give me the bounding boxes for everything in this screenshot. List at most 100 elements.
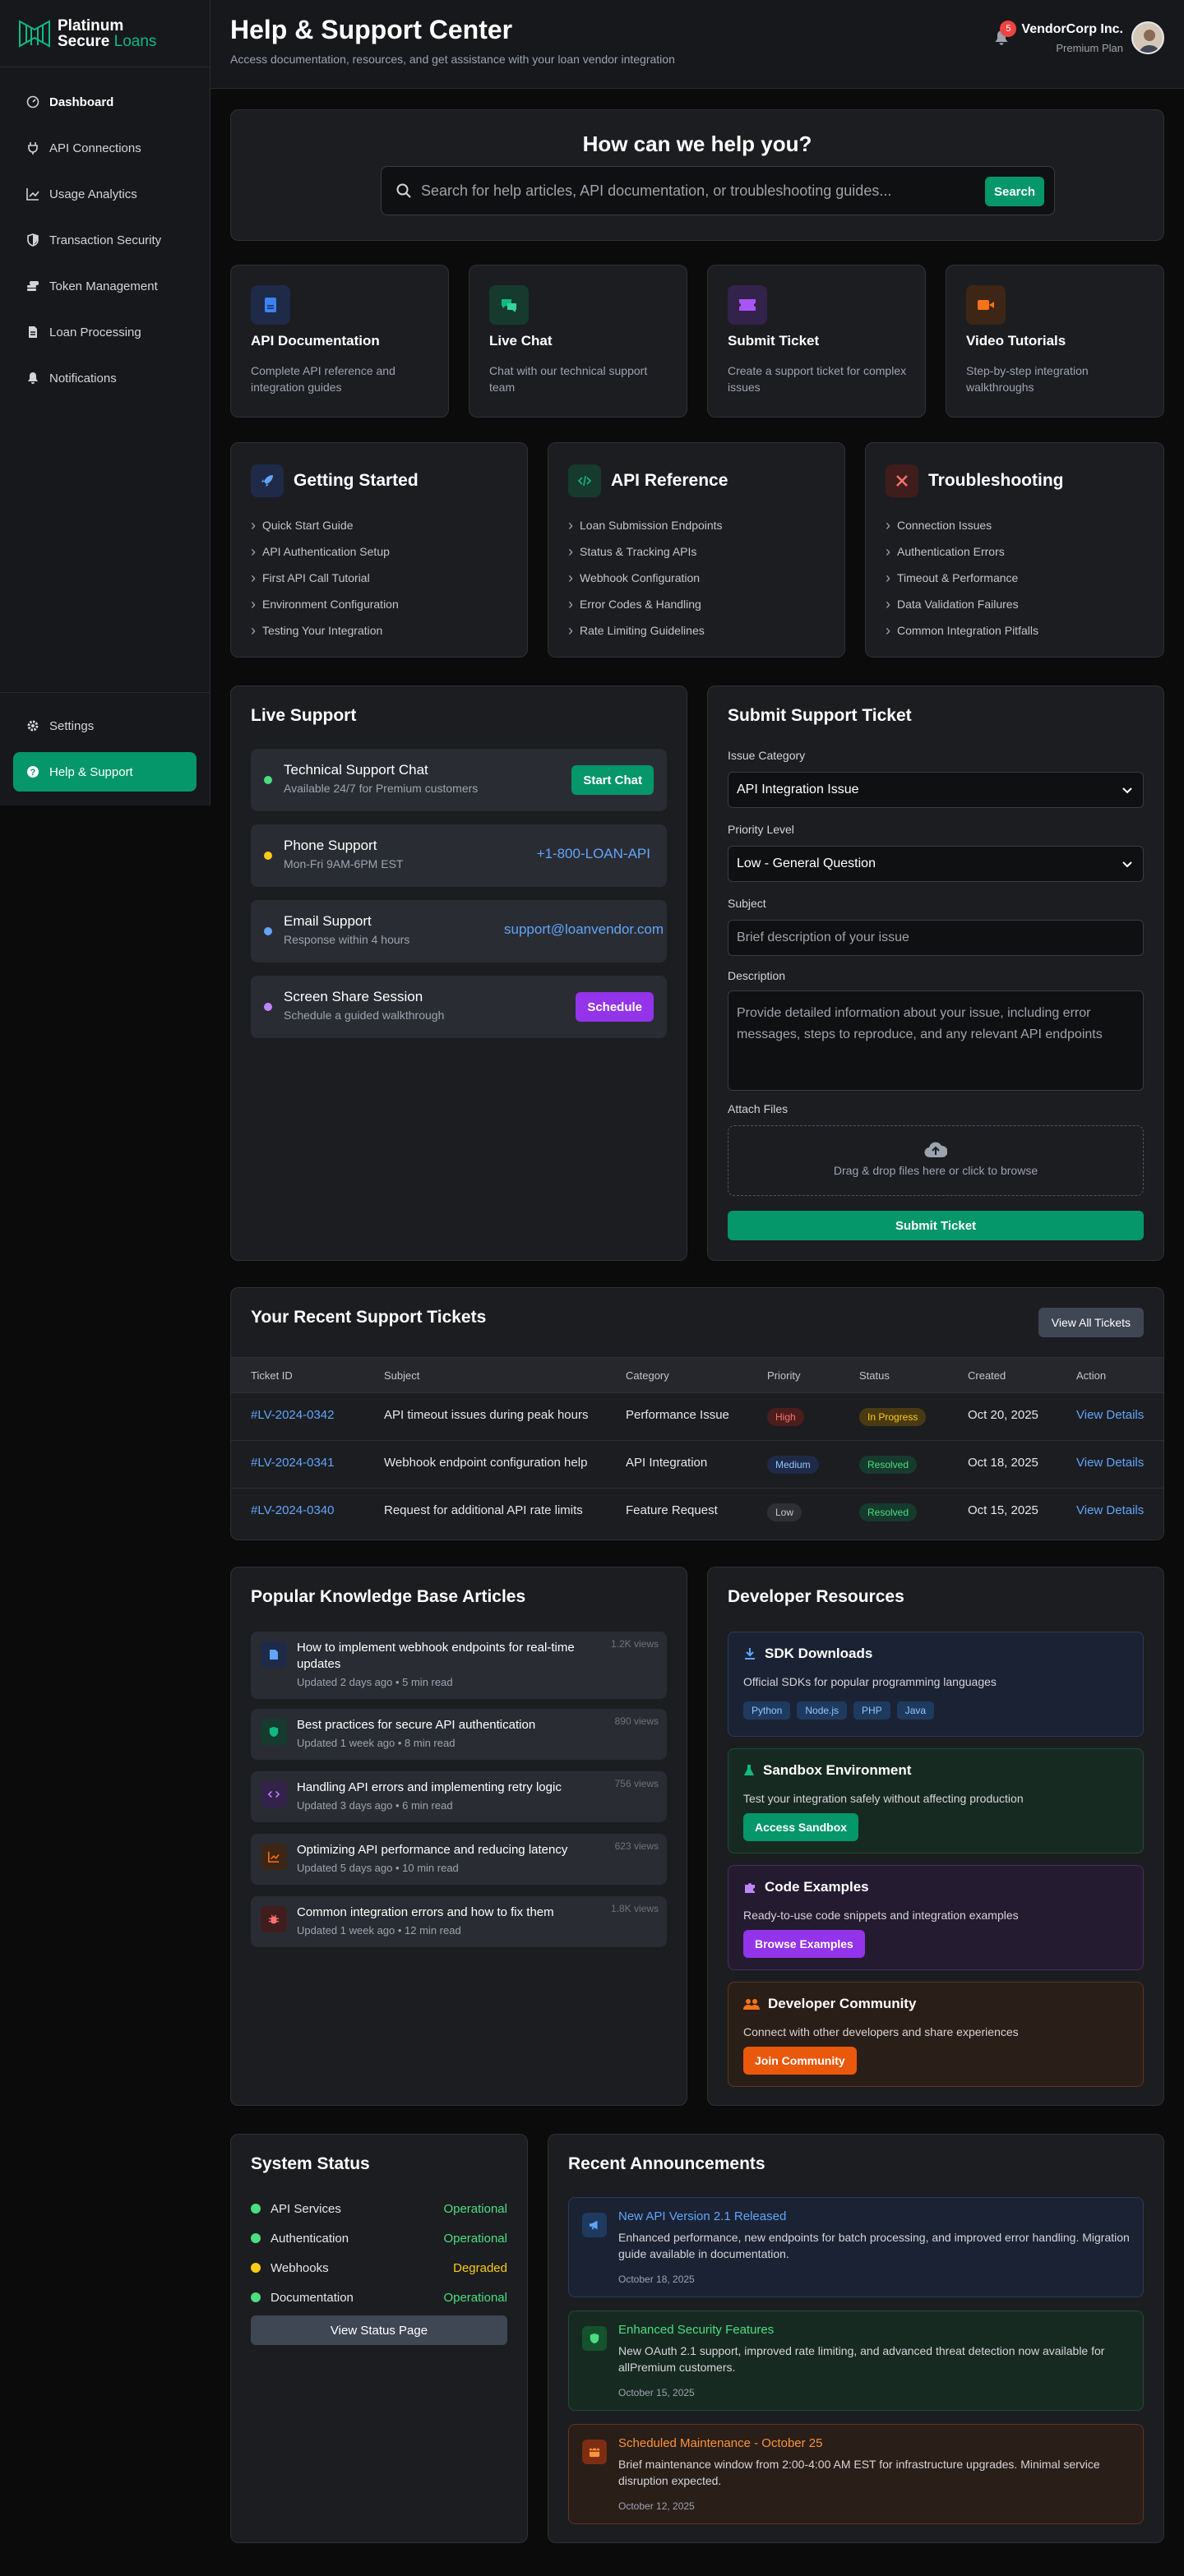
view-details-link[interactable]: View Details: [1076, 1503, 1144, 1517]
access-sandbox-button[interactable]: Access Sandbox: [743, 1813, 859, 1841]
quick-card-video-tutorials[interactable]: Video Tutorials Step-by-step integration…: [946, 265, 1164, 418]
guide-link[interactable]: Testing Your Integration: [251, 617, 399, 644]
quick-card-live-chat[interactable]: Live Chat Chat with our technical suppor…: [469, 265, 687, 418]
search-input[interactable]: [421, 178, 964, 203]
column-header: Status: [859, 1369, 890, 1382]
svg-text:?: ?: [30, 768, 36, 778]
kb-article[interactable]: Common integration errors and how to fix…: [251, 1896, 667, 1947]
ticket-subject: Webhook endpoint configuration help: [384, 1456, 588, 1470]
guide-link[interactable]: Status & Tracking APIs: [568, 538, 723, 565]
sidebar-item-usage-analytics[interactable]: Usage Analytics: [0, 171, 210, 217]
quick-card-title: Submit Ticket: [728, 333, 820, 349]
support-option-sub: Response within 4 hours: [284, 933, 410, 946]
ticket-icon: [728, 285, 767, 325]
start-chat-button[interactable]: Start Chat: [571, 765, 654, 795]
section-title: Your Recent Support Tickets: [251, 1308, 487, 1327]
search-button[interactable]: Search: [985, 177, 1044, 206]
announcement-item[interactable]: New API Version 2.1 Released Enhanced pe…: [568, 2197, 1144, 2297]
guide-link[interactable]: Timeout & Performance: [886, 565, 1038, 591]
user-plan: Premium Plan: [1056, 41, 1123, 54]
sdk-tag-nodejs[interactable]: Node.js: [797, 1701, 848, 1720]
sidebar-item-dashboard[interactable]: Dashboard: [0, 79, 210, 125]
guide-link[interactable]: First API Call Tutorial: [251, 565, 399, 591]
sidebar-item-label: Transaction Security: [49, 233, 162, 247]
file-dropzone[interactable]: Drag & drop files here or click to brows…: [728, 1125, 1144, 1196]
chart-icon: [26, 188, 39, 201]
kb-article-views: 756 views: [614, 1778, 659, 1789]
kb-article-title: Optimizing API performance and reducing …: [297, 1843, 568, 1857]
quick-card-api-documentation[interactable]: API Documentation Complete API reference…: [230, 265, 449, 418]
announcement-date: October 12, 2025: [618, 2500, 695, 2512]
priority-value: Low - General Question: [737, 856, 876, 870]
browse-examples-button[interactable]: Browse Examples: [743, 1930, 865, 1958]
avatar[interactable]: [1131, 21, 1164, 54]
guide-link[interactable]: Loan Submission Endpoints: [568, 512, 723, 538]
announcement-item[interactable]: Enhanced Security Features New OAuth 2.1…: [568, 2311, 1144, 2411]
category-value: API Integration Issue: [737, 782, 859, 796]
priority-select[interactable]: Low - General Question: [728, 846, 1144, 882]
view-details-link[interactable]: View Details: [1076, 1456, 1144, 1470]
ticket-id[interactable]: #LV-2024-0342: [251, 1408, 334, 1422]
view-details-link[interactable]: View Details: [1076, 1408, 1144, 1422]
support-option-chat: Technical Support Chat Available 24/7 fo…: [251, 749, 667, 811]
user-name: VendorCorp Inc.: [1021, 21, 1123, 36]
sidebar-item-settings[interactable]: Settings: [0, 703, 210, 749]
guide-link[interactable]: Rate Limiting Guidelines: [568, 617, 723, 644]
submit-ticket-button[interactable]: Submit Ticket: [728, 1211, 1144, 1240]
sidebar-item-api-connections[interactable]: API Connections: [0, 125, 210, 171]
email-link[interactable]: support@loanvendor.com: [504, 921, 664, 938]
kb-article[interactable]: Optimizing API performance and reducing …: [251, 1834, 667, 1885]
join-community-button[interactable]: Join Community: [743, 2047, 857, 2075]
quick-card-submit-ticket[interactable]: Submit Ticket Create a support ticket fo…: [707, 265, 926, 418]
ticket-id[interactable]: #LV-2024-0341: [251, 1456, 334, 1470]
sidebar-item-transaction-security[interactable]: Transaction Security: [0, 217, 210, 263]
kb-article[interactable]: How to implement webhook endpoints for r…: [251, 1632, 667, 1699]
view-status-page-button[interactable]: View Status Page: [251, 2315, 507, 2345]
guide-link[interactable]: Environment Configuration: [251, 591, 399, 617]
brand-logo[interactable]: Platinum Secure Loans: [0, 0, 210, 67]
announcement-desc: Enhanced performance, new endpoints for …: [618, 2231, 1130, 2260]
megaphone-icon: [582, 2213, 607, 2237]
guide-link[interactable]: Webhook Configuration: [568, 565, 723, 591]
guide-link[interactable]: Data Validation Failures: [886, 591, 1038, 617]
guide-link[interactable]: Authentication Errors: [886, 538, 1038, 565]
sdk-tag-python[interactable]: Python: [743, 1701, 791, 1720]
sidebar-item-loan-processing[interactable]: Loan Processing: [0, 309, 210, 355]
bell-icon: [28, 372, 38, 384]
question-icon: ?: [27, 766, 39, 778]
phone-link[interactable]: +1-800-LOAN-API: [537, 846, 650, 862]
quick-card-desc: Chat with our technical support team: [489, 364, 648, 394]
guide-link[interactable]: Connection Issues: [886, 512, 1038, 538]
sidebar-item-help-support[interactable]: ? Help & Support: [13, 752, 197, 792]
announcement-item[interactable]: Scheduled Maintenance - October 25 Brief…: [568, 2424, 1144, 2524]
column-header: Priority: [767, 1369, 801, 1382]
guide-link[interactable]: Common Integration Pitfalls: [886, 617, 1038, 644]
sidebar-item-token-management[interactable]: Token Management: [0, 263, 210, 309]
search-icon: [396, 183, 411, 198]
schedule-button[interactable]: Schedule: [576, 992, 654, 1022]
download-icon: [745, 1648, 755, 1660]
guide-link[interactable]: Quick Start Guide: [251, 512, 399, 538]
sidebar-item-notifications[interactable]: Notifications: [0, 355, 210, 401]
kb-article-meta: Updated 5 days ago • 10 min read: [297, 1862, 459, 1874]
category-select[interactable]: API Integration Issue: [728, 772, 1144, 808]
kb-article[interactable]: Handling API errors and implementing ret…: [251, 1771, 667, 1822]
cloud-upload-icon: [924, 1142, 947, 1158]
document-icon: [261, 1641, 287, 1668]
sdk-tag-java[interactable]: Java: [896, 1701, 935, 1720]
kb-article[interactable]: Best practices for secure API authentica…: [251, 1709, 667, 1760]
table-row: #LV-2024-0342 API timeout issues during …: [231, 1393, 1163, 1441]
description-textarea[interactable]: Provide detailed information about your …: [728, 990, 1144, 1091]
notifications-button[interactable]: 5: [993, 21, 1017, 47]
subject-input[interactable]: Brief description of your issue: [728, 920, 1144, 956]
priority-badge: Medium: [767, 1456, 819, 1474]
announcement-title: Enhanced Security Features: [618, 2323, 775, 2337]
guide-link[interactable]: API Authentication Setup: [251, 538, 399, 565]
sdk-tag-php[interactable]: PHP: [853, 1701, 890, 1720]
view-all-tickets-button[interactable]: View All Tickets: [1038, 1308, 1144, 1337]
quick-card-desc: Complete API reference and integration g…: [251, 364, 395, 394]
system-status-panel: System Status API Services Operational A…: [230, 2134, 528, 2543]
guide-link[interactable]: Error Codes & Handling: [568, 591, 723, 617]
shield-icon: [582, 2326, 607, 2351]
ticket-id[interactable]: #LV-2024-0340: [251, 1503, 334, 1517]
